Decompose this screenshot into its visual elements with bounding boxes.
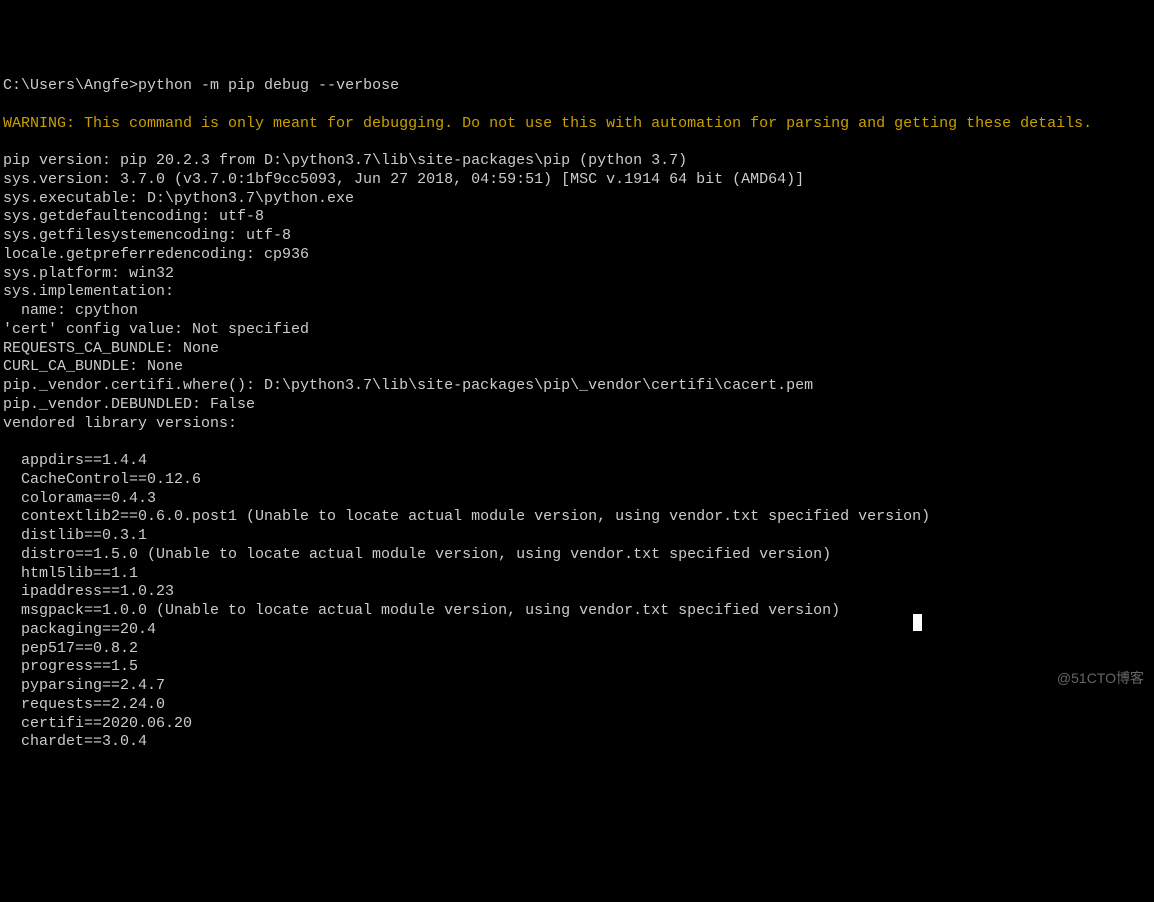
output-line: REQUESTS_CA_BUNDLE: None: [3, 340, 1151, 359]
output-line: sys.implementation:: [3, 283, 1151, 302]
output-line: locale.getpreferredencoding: cp936: [3, 246, 1151, 265]
vendored-item: colorama==0.4.3: [3, 490, 1151, 509]
output-line: CURL_CA_BUNDLE: None: [3, 358, 1151, 377]
vendored-item: contextlib2==0.6.0.post1 (Unable to loca…: [3, 508, 1151, 527]
terminal-cursor: [913, 614, 922, 631]
output-line: vendored library versions:: [3, 415, 1151, 434]
info-output: pip version: pip 20.2.3 from D:\python3.…: [3, 152, 1151, 433]
watermark-text: @51CTO博客: [1057, 670, 1144, 688]
output-line: pip version: pip 20.2.3 from D:\python3.…: [3, 152, 1151, 171]
vendored-item: html5lib==1.1: [3, 565, 1151, 584]
output-line: pip._vendor.certifi.where(): D:\python3.…: [3, 377, 1151, 396]
vendored-item: requests==2.24.0: [3, 696, 1151, 715]
vendored-item: appdirs==1.4.4: [3, 452, 1151, 471]
output-line: sys.executable: D:\python3.7\python.exe: [3, 190, 1151, 209]
vendored-item: ipaddress==1.0.23: [3, 583, 1151, 602]
vendored-item: CacheControl==0.12.6: [3, 471, 1151, 490]
vendored-item: packaging==20.4: [3, 621, 1151, 640]
output-line: sys.getfilesystemencoding: utf-8: [3, 227, 1151, 246]
prompt-text: C:\Users\Angfe>: [3, 77, 138, 94]
output-line: sys.getdefaultencoding: utf-8: [3, 208, 1151, 227]
vendored-item: chardet==3.0.4: [3, 733, 1151, 752]
output-line: 'cert' config value: Not specified: [3, 321, 1151, 340]
vendored-item: distro==1.5.0 (Unable to locate actual m…: [3, 546, 1151, 565]
vendored-item: distlib==0.3.1: [3, 527, 1151, 546]
vendored-item: progress==1.5: [3, 658, 1151, 677]
output-line: sys.platform: win32: [3, 265, 1151, 284]
output-line: pip._vendor.DEBUNDLED: False: [3, 396, 1151, 415]
vendored-item: pep517==0.8.2: [3, 640, 1151, 659]
vendored-list: appdirs==1.4.4CacheControl==0.12.6colora…: [3, 452, 1151, 752]
warning-message: WARNING: This command is only meant for …: [3, 115, 1151, 134]
typed-command: python -m pip debug --verbose: [138, 77, 399, 94]
output-line: name: cpython: [3, 302, 1151, 321]
vendored-item: certifi==2020.06.20: [3, 715, 1151, 734]
output-line: sys.version: 3.7.0 (v3.7.0:1bf9cc5093, J…: [3, 171, 1151, 190]
command-line[interactable]: C:\Users\Angfe>python -m pip debug --ver…: [3, 77, 1151, 96]
vendored-item: msgpack==1.0.0 (Unable to locate actual …: [3, 602, 1151, 621]
